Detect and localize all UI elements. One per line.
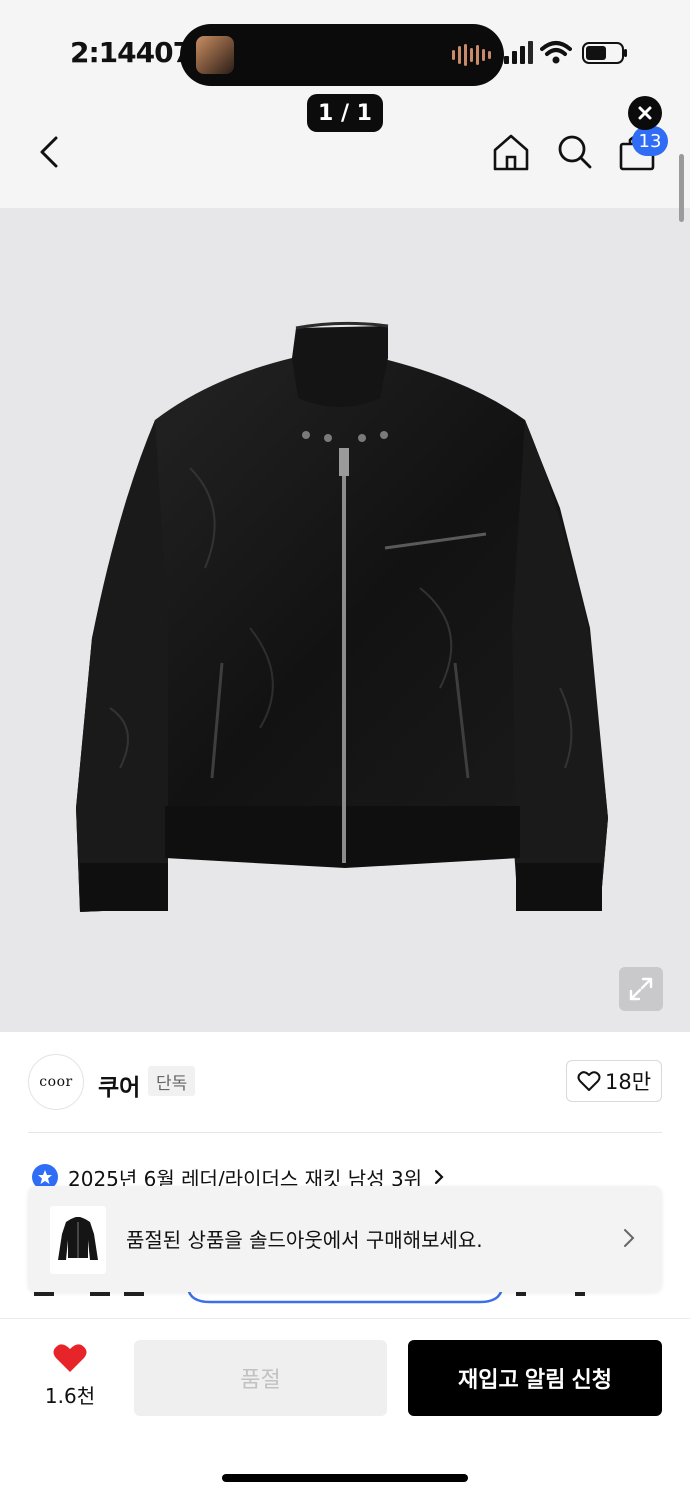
wishlist-button[interactable]: 1.6천 [34, 1342, 106, 1412]
banner-text: 품절된 상품을 솔드아웃에서 구매해보세요. [126, 1228, 483, 1252]
chevron-right-icon [434, 1169, 444, 1185]
home-indicator[interactable] [222, 1474, 468, 1482]
product-image[interactable] [0, 208, 690, 1032]
audio-waveform-icon [452, 44, 491, 66]
brand-logo[interactable]: coor [28, 1054, 84, 1110]
search-icon[interactable] [554, 130, 596, 174]
restock-notification-button[interactable]: 재입고 알림 신청 [408, 1340, 662, 1416]
brand-like-button[interactable]: 18만 [566, 1060, 662, 1102]
heart-outline-icon [577, 1071, 601, 1091]
chevron-right-icon [624, 1229, 635, 1247]
heart-filled-icon [53, 1344, 87, 1372]
home-icon[interactable] [490, 130, 532, 174]
image-page-counter: 1 / 1 [307, 94, 383, 132]
now-playing-thumbnail [196, 36, 234, 74]
battery-icon [582, 42, 627, 64]
jacket-illustration [76, 321, 608, 912]
brand-name[interactable]: 쿠어 [98, 1068, 140, 1102]
status-bar: 2:14407 [0, 0, 690, 100]
exclusive-tag: 단독 [148, 1066, 196, 1096]
expand-icon [629, 977, 653, 1001]
expand-image-button[interactable] [619, 967, 663, 1011]
cellular-signal-icon [504, 40, 533, 64]
scrollbar[interactable] [679, 154, 684, 222]
wifi-icon [540, 41, 572, 64]
soldout-marketplace-banner[interactable]: 품절된 상품을 솔드아웃에서 구매해보세요. [28, 1186, 662, 1292]
cart-count-badge: 13 [632, 126, 668, 156]
close-icon[interactable] [628, 96, 662, 130]
back-button[interactable] [30, 130, 70, 174]
wishlist-count: 1.6천 [44, 1384, 96, 1408]
divider [28, 1132, 662, 1133]
brand-like-count: 18만 [604, 1070, 652, 1094]
dynamic-island[interactable] [180, 24, 504, 86]
status-time: 2:14407 [70, 36, 192, 69]
banner-product-thumbnail [50, 1206, 106, 1274]
soldout-button: 품절 [134, 1340, 387, 1416]
